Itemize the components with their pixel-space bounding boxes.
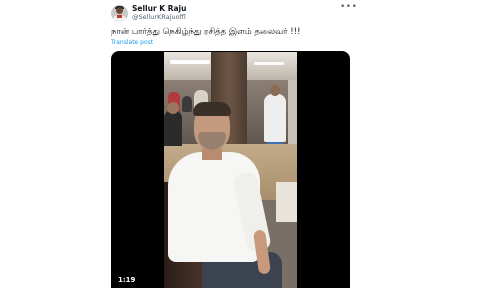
author-handle[interactable]: @SellurKRajuoffl [132, 13, 186, 21]
more-options-icon[interactable]: ••• [340, 2, 357, 12]
translate-post-link[interactable]: Translate post [111, 39, 153, 46]
tweet-text: நான் பார்த்து நெகிழ்ந்து ரசித்த இளம் தலை… [111, 27, 301, 37]
avatar[interactable] [111, 5, 128, 22]
video-frame [164, 52, 297, 288]
tweet-card: Sellur K Raju @SellurKRajuoffl ••• நான் … [0, 0, 480, 288]
video-player[interactable]: 1:19 [111, 51, 350, 288]
author-name[interactable]: Sellur K Raju [132, 4, 186, 13]
video-duration: 1:19 [118, 276, 136, 284]
